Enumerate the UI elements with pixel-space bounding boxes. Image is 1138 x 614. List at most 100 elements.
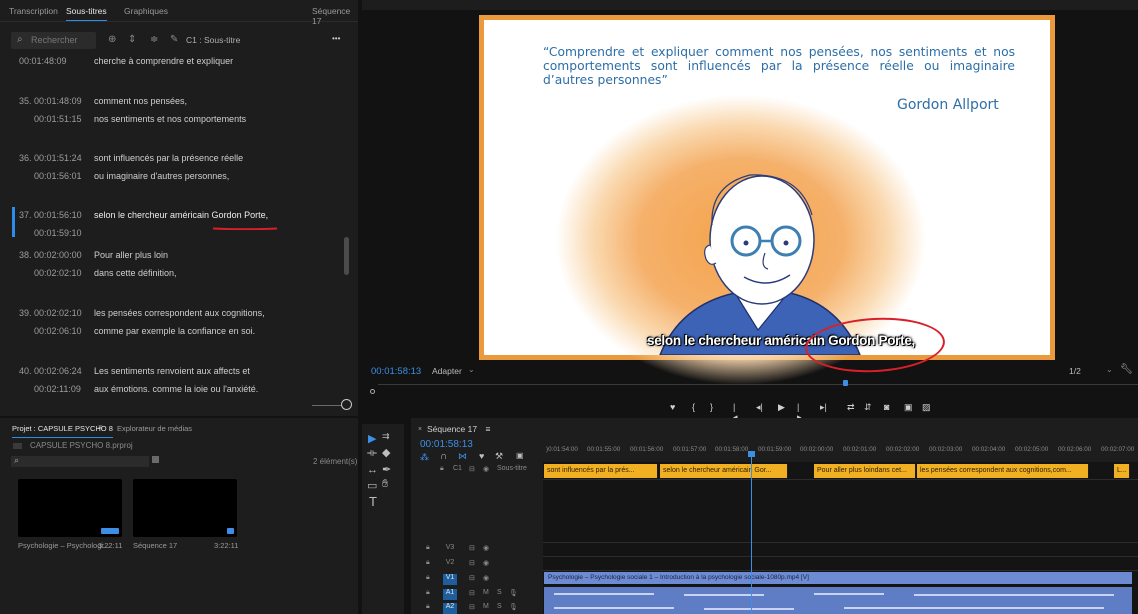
project-search-input[interactable]: ⌕ [11,455,149,467]
bin-icon[interactable] [152,456,159,463]
mark-in-icon[interactable]: { [692,402,695,412]
solo-button[interactable]: S [497,603,502,610]
track-select-icon[interactable]: ⇉ [382,431,390,442]
caption-number: 37. [19,210,32,220]
tab-menu-icon[interactable]: ≡ [485,424,490,434]
lock-icon[interactable]: 🔒︎ [426,589,430,597]
chevron-down-icon[interactable]: ⌄ [1106,365,1113,374]
wrench-icon[interactable]: 🔧︎ [1120,364,1133,375]
tab-graphics[interactable]: Graphiques [124,6,168,16]
tab-captions[interactable]: Sous-titres [66,6,107,21]
type-tool-icon[interactable]: T [369,494,377,509]
timeline-timecode[interactable]: 00:01:58:13 [420,439,473,450]
split-caption-icon[interactable]: ≑ [150,34,158,45]
audio-track-header-a2[interactable]: 🔒︎ A2 ⊟ M S 🎙︎ [411,603,543,614]
caption-out-time: 00:02:06:10 [34,326,82,336]
video-track-header-v2[interactable]: 🔒︎ V2 ⊟ ◉ [411,559,543,570]
mark-out-icon[interactable]: } [710,402,713,412]
captions-scrollbar[interactable] [344,237,349,275]
sync-icon[interactable]: ⊟ [469,574,475,582]
rectangle-icon[interactable]: ▭ [367,479,377,492]
captions-icon[interactable]: ▣ [516,451,524,460]
lock-icon[interactable]: 🔒︎ [426,559,430,567]
close-icon[interactable]: × [418,426,422,433]
caption-track-header[interactable]: 🔒︎ C1 ⊟ ◉ Sous-titre [411,465,543,476]
tab-media-browser[interactable]: Explorateur de médias [117,424,192,433]
hand-icon[interactable]: ✋︎ [382,478,388,491]
step-back-icon[interactable]: ◂| [756,402,763,413]
monitor-zoom-handle[interactable] [370,389,375,394]
microphone-icon[interactable]: 🎙︎ [509,603,518,611]
extract-icon[interactable]: ⇵ [864,402,872,413]
lock-icon[interactable]: 🔒︎ [426,603,430,611]
eye-icon[interactable]: ◉ [483,559,489,567]
caption-clip[interactable]: selon le chercheur américain Gor... [660,464,788,478]
add-marker-icon[interactable]: ♥ [479,451,484,461]
video-track-header-v1[interactable]: 🔒︎ V1 ⊟ ◉ [411,574,543,585]
eye-icon[interactable]: ◉ [483,465,489,473]
camera-icon[interactable]: ◙ [884,402,889,412]
video-clip[interactable]: Psychologie – Psychologie sociale 1 – In… [544,572,1132,584]
lock-icon[interactable]: 🔒︎ [440,465,444,473]
audio-track-header-a1[interactable]: 🔒︎ A1 ⊟ M S 🎙︎ [411,589,543,600]
timeline-ruler[interactable]: )0:01:54:00 00:01:55:00 00:01:56:00 00:0… [546,446,1136,456]
video-track-header-v3[interactable]: 🔒︎ V3 ⊟ ◉ [411,544,543,555]
caption-clip[interactable]: les pensées correspondent aux cognitions… [917,464,1089,478]
zoom-handle[interactable] [341,399,352,410]
sync-icon[interactable]: ⊟ [469,559,475,567]
sequence-thumbnail[interactable] [133,479,237,537]
sync-icon[interactable]: ⊟ [469,589,475,597]
wrench-icon[interactable]: ⚒ [495,451,503,462]
ruler-tick: 00:02:06:00 [1058,446,1092,453]
chevron-down-icon[interactable]: ⌄ [468,365,475,374]
tab-transcription[interactable]: Transcription [9,6,58,16]
pencil-icon[interactable]: ✎ [170,34,178,45]
microphone-icon[interactable]: 🎙︎ [509,589,518,597]
lift-icon[interactable]: ⇄ [847,402,855,413]
monitor-timecode[interactable]: 00:01:58:13 [371,366,421,377]
solo-button[interactable]: S [497,589,502,596]
track-selector[interactable]: C1 : Sous-titre [186,35,240,45]
razor-icon[interactable]: ◆ [382,446,390,459]
fit-dropdown[interactable]: Adapter [432,366,462,376]
play-icon[interactable]: ▶ [778,402,785,413]
caption-clip[interactable]: L... [1114,464,1130,478]
eye-icon[interactable]: ◉ [483,544,489,552]
playhead-handle[interactable] [748,451,755,457]
sync-icon[interactable]: ⊟ [469,465,475,473]
caption-number-in: 39. 00:02:02:10 [19,308,82,318]
audio-clip[interactable] [544,587,1132,614]
monitor-playhead[interactable] [843,380,848,386]
safe-margins-icon[interactable]: ▨ [922,402,931,413]
magnet-icon[interactable]: ∩ [440,451,447,462]
search-input[interactable]: ⌕ Rechercher [11,32,96,49]
tab-sequence[interactable]: Séquence 17 ≡ [427,424,490,434]
more-icon[interactable]: ••• [332,34,340,43]
monitor-timeline-ruler[interactable] [378,384,1138,390]
mute-button[interactable]: M [483,603,489,610]
sync-icon[interactable]: ⊟ [469,544,475,552]
lock-icon[interactable]: 🔒︎ [426,544,430,552]
timeline-playhead[interactable] [751,453,752,614]
mute-button[interactable]: M [483,589,489,596]
pen-icon[interactable]: ✒ [382,463,391,476]
eye-icon[interactable]: ◉ [483,574,489,582]
compare-icon[interactable]: ▣ [904,402,913,413]
sync-icon[interactable]: ⊟ [469,603,475,611]
slip-icon[interactable]: ↔ [367,464,378,476]
go-to-out-icon[interactable]: ▸| [820,402,827,413]
tab-menu-icon[interactable]: ≡ [98,423,103,432]
add-caption-icon[interactable]: ⊕ [108,34,116,45]
project-item-thumbnail[interactable] [18,479,122,537]
caption-clip[interactable]: Pour aller plus loindans cet... [814,464,916,478]
marker-icon[interactable]: ♥ [670,402,675,412]
track-label: V3 [445,544,455,551]
linked-selection-icon[interactable]: ⋈ [458,451,467,462]
caption-text-editable[interactable]: selon le chercheur américain Gordon Port… [94,210,268,220]
resolution-dropdown[interactable]: 1/2 [1069,366,1081,376]
caption-clip[interactable]: sont influencés par la prés... [544,464,658,478]
merge-captions-icon[interactable]: ⇕ [128,34,136,45]
ripple-edit-icon[interactable]: ⟛ [367,447,377,460]
selection-tool-icon[interactable]: ▶ [368,432,376,445]
lock-icon[interactable]: 🔒︎ [426,574,430,582]
